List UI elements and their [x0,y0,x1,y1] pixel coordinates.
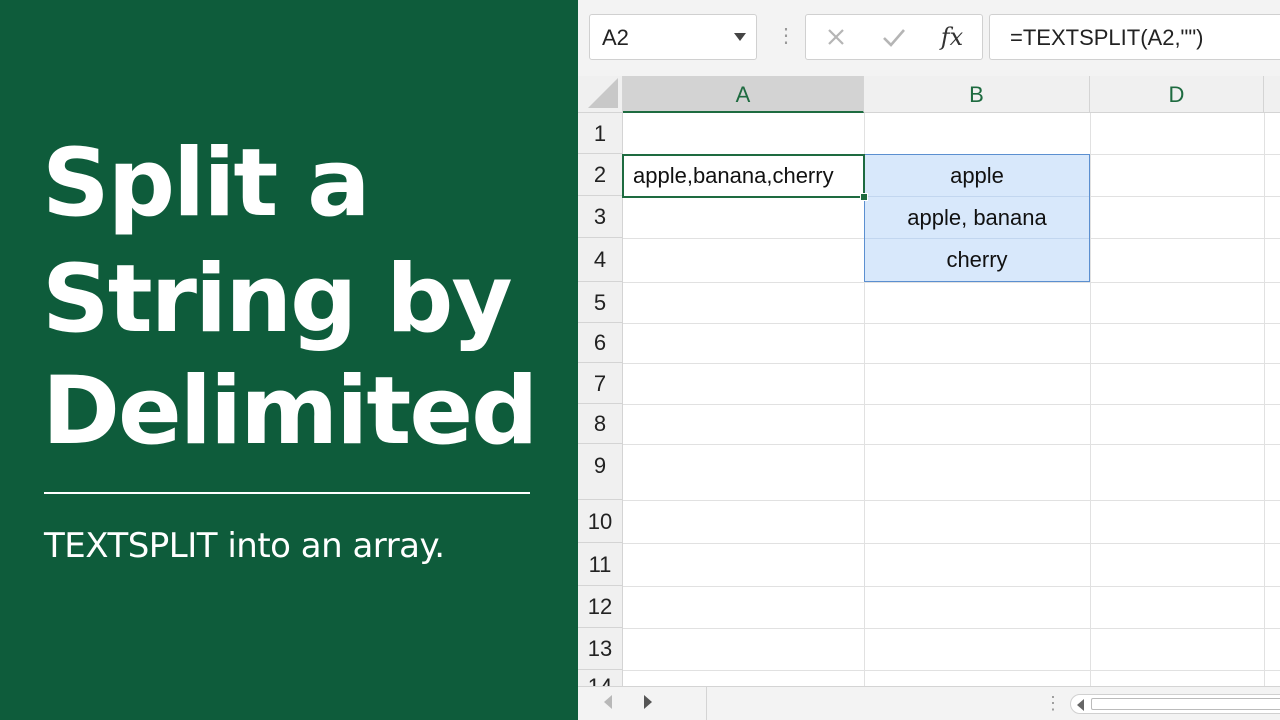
row-header-9[interactable]: 9 [578,444,623,500]
fill-handle[interactable] [860,193,868,201]
tab-divider [706,687,707,720]
grid-line [623,282,1280,283]
scrollbar-thumb[interactable] [1091,698,1280,710]
column-header-a[interactable]: A [623,76,864,113]
row-header-7[interactable]: 7 [578,363,623,404]
formula-bar-buttons: fx [805,14,983,60]
cell-a2[interactable]: apple,banana,cherry [622,154,868,201]
splitter-handle-icon[interactable]: ⋮ [1044,694,1062,712]
cancel-button[interactable] [816,21,856,53]
row-header-4[interactable]: 4 [578,238,623,282]
close-icon [828,29,844,45]
horizontal-scrollbar[interactable] [1070,694,1280,714]
spill-range[interactable]: apple apple, banana cherry [864,154,1090,282]
sheet-scroll-right-icon[interactable] [644,695,652,709]
row-header-3[interactable]: 3 [578,196,623,238]
column-header-partial[interactable] [1264,76,1280,113]
sheet-bottom-bar: ⋮ [578,686,1280,720]
cell-b3[interactable]: apple, banana [865,197,1089,239]
chevron-down-icon[interactable] [734,33,746,41]
grid-line [623,670,1280,671]
title-divider [44,492,530,494]
grid-line [1264,113,1265,686]
cell-b2[interactable]: apple [865,155,1089,197]
more-options-icon[interactable]: ⋮ [776,26,796,46]
grid-line [1090,113,1091,686]
title-panel: Split a String by Delimited TEXTSPLIT in… [0,0,578,720]
grid-line [623,628,1280,629]
row-header-10[interactable]: 10 [578,500,623,543]
row-header-13[interactable]: 13 [578,628,623,670]
worksheet-grid[interactable]: A B D 1 2 3 4 5 6 7 8 9 10 11 12 13 14 a… [578,76,1280,690]
row-header-11[interactable]: 11 [578,543,623,586]
spreadsheet-window: A2 ⋮ fx =TEXTSPLIT(A2,"") A B D 1 2 3 4 … [578,0,1280,720]
name-box[interactable]: A2 [589,14,757,60]
cell-b4[interactable]: cherry [865,239,1089,281]
column-header-d[interactable]: D [1090,76,1264,113]
grid-line [623,404,1280,405]
grid-line [623,323,1280,324]
row-header-1[interactable]: 1 [578,113,623,154]
select-all-button[interactable] [578,76,623,113]
row-header-2[interactable]: 2 [578,154,623,196]
grid-line [623,586,1280,587]
sheet-scroll-left-icon[interactable] [604,695,612,709]
grid-line [623,500,1280,501]
column-header-b[interactable]: B [864,76,1090,113]
row-header-8[interactable]: 8 [578,404,623,444]
insert-function-button[interactable]: fx [932,21,972,53]
name-box-value: A2 [602,25,629,50]
row-header-6[interactable]: 6 [578,323,623,363]
title-line-3: Delimited [42,357,538,466]
title-line-1: Split a [42,129,371,238]
grid-line [623,363,1280,364]
subtitle: TEXTSPLIT into an array. [44,526,445,566]
grid-line [623,543,1280,544]
row-header-5[interactable]: 5 [578,282,623,323]
formula-text: =TEXTSPLIT(A2,"") [1010,25,1204,50]
formula-input[interactable]: =TEXTSPLIT(A2,"") [989,14,1280,60]
select-all-icon [588,78,618,108]
title-line-2: String by [42,245,513,354]
grid-line [623,444,1280,445]
row-header-12[interactable]: 12 [578,586,623,628]
scroll-left-arrow-icon[interactable] [1077,699,1084,711]
checkmark-icon [883,29,905,47]
cell-a2-value: apple,banana,cherry [633,163,834,188]
enter-button[interactable] [874,21,914,53]
